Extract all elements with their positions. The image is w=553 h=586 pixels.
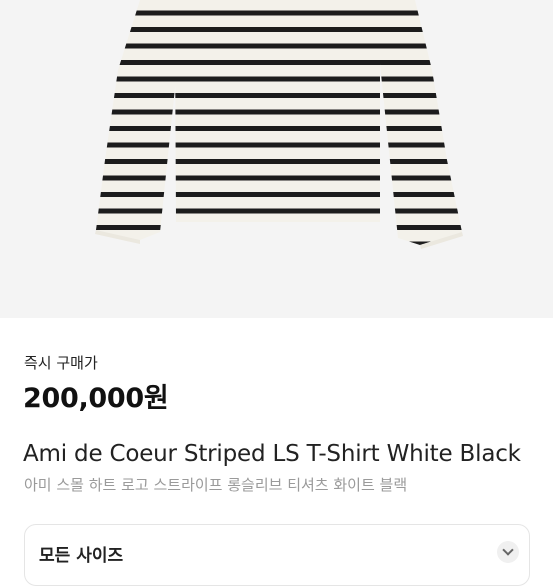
- striped-shirt-illustration: [0, 0, 553, 318]
- price-value: 200,000원: [23, 383, 169, 414]
- size-selector-label: 모든 사이즈: [39, 546, 124, 566]
- product-image[interactable]: [0, 0, 553, 318]
- instant-buy-price-label: 즉시 구매가: [24, 354, 98, 372]
- product-name-english: Ami de Coeur Striped LS T-Shirt White Bl…: [23, 441, 521, 467]
- size-selector[interactable]: 모든 사이즈: [24, 524, 530, 586]
- chevron-down-icon[interactable]: [497, 541, 519, 563]
- product-name-korean: 아미 스몰 하트 로고 스트라이프 롱슬리브 티셔츠 화이트 블랙: [24, 476, 408, 494]
